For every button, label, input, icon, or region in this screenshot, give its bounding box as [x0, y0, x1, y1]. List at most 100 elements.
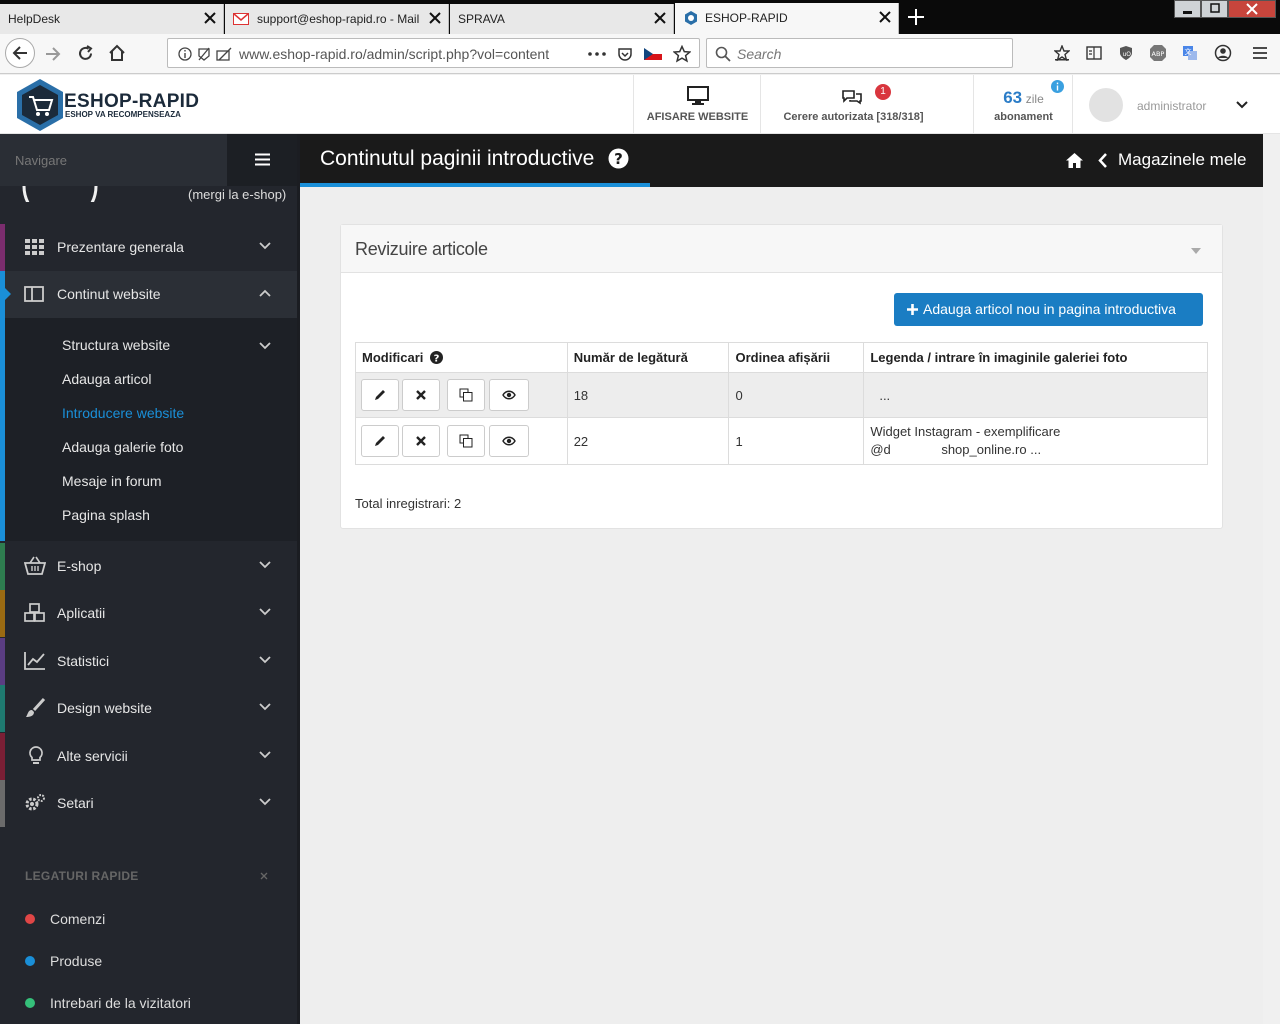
eshop-favicon-icon [685, 11, 697, 25]
close-window-button[interactable] [1228, 0, 1276, 18]
user-menu[interactable]: administrator [1072, 75, 1262, 134]
duplicate-button[interactable] [447, 425, 485, 457]
submenu-item-adauga-articol[interactable]: Adauga articol [62, 371, 152, 387]
sidebar-item-aplicatii[interactable]: Aplicatii [0, 590, 297, 637]
copy-icon [459, 434, 473, 448]
submenu-item-introducere-website[interactable]: Introducere website [62, 405, 184, 421]
insecure-connection-icon[interactable] [216, 47, 232, 61]
color-strip [0, 780, 5, 827]
collapse-caret-icon[interactable] [1191, 248, 1201, 254]
add-article-button[interactable]: Adauga articol nou in pagina introductiv… [894, 293, 1203, 326]
svg-text:ABP: ABP [1152, 50, 1165, 58]
edit-button[interactable] [361, 425, 399, 457]
sidebar-toggle-button[interactable] [227, 134, 297, 186]
cell-display-order: 1 [728, 417, 865, 465]
browser-tab-eshop-rapid[interactable]: ESHOP-RAPID [675, 3, 899, 34]
help-circle-icon[interactable]: ? [608, 148, 629, 169]
column-header-modificari: Modificari ? [355, 342, 568, 373]
breadcrumb-my-shops[interactable]: Magazinele mele [1118, 150, 1247, 170]
sidebar-item-e-shop[interactable]: E-shop [0, 543, 297, 590]
tab-label: HelpDesk [8, 12, 61, 26]
help-circle-icon[interactable]: ? [430, 351, 444, 364]
chat-bubbles-icon [842, 90, 862, 105]
sidebar-item-design-website[interactable]: Design website [0, 685, 297, 732]
days-unit: zile [1025, 92, 1044, 106]
close-icon[interactable] [203, 11, 217, 25]
lightbulb-icon [29, 746, 43, 764]
page-scrollbar[interactable] [1262, 75, 1280, 1024]
close-icon[interactable] [260, 872, 268, 880]
subscription-info[interactable]: 63 zile abonament [973, 75, 1072, 134]
delete-button[interactable] [402, 425, 440, 457]
sidebar-item-label: E-shop [57, 558, 102, 574]
nav-header: Navigare [0, 134, 227, 186]
chevron-up-icon [259, 289, 271, 297]
eshop-rapid-logo[interactable]: ESHOP-RAPID ESHOP VA RECOMPENSEAZA [14, 77, 214, 133]
paintbrush-icon [26, 698, 46, 717]
submenu-item-adauga-galerie-foto[interactable]: Adauga galerie foto [62, 439, 183, 455]
quick-link-comenzi[interactable]: Comenzi [0, 908, 297, 930]
quick-link-intrebari[interactable]: Intrebari de la vizitatori [0, 992, 297, 1014]
close-icon[interactable] [878, 10, 892, 24]
submenu-item-mesaje-in-forum[interactable]: Mesaje in forum [62, 473, 162, 489]
duplicate-button[interactable] [447, 379, 485, 411]
active-caret-icon [5, 288, 11, 300]
back-button[interactable] [5, 38, 35, 68]
eshop-link[interactable]: (mergi la e-shop) [188, 187, 286, 202]
bookmarks-icon[interactable] [1054, 45, 1070, 61]
browser-tab-mail[interactable]: support@eshop-rapid.ro - Mail [225, 4, 449, 34]
tracking-protection-icon[interactable] [197, 47, 211, 61]
preview-button[interactable] [489, 425, 529, 457]
sidebar-item-statistici[interactable]: Statistici [0, 638, 297, 685]
submenu-item-structura-website[interactable]: Structura website [62, 337, 170, 353]
bookmark-star-icon[interactable] [673, 45, 691, 63]
sidebar: Navigare (mergi la e-shop) Prezentare ge… [0, 134, 299, 1024]
sidebar-item-prezentare-generala[interactable]: Prezentare generala [0, 224, 297, 271]
more-actions-icon[interactable] [588, 52, 606, 56]
edit-button[interactable] [361, 379, 399, 411]
search-bar[interactable]: Search [706, 38, 1013, 68]
forward-arrow-icon[interactable] [45, 46, 61, 62]
sidebar-item-setari[interactable]: Setari [0, 780, 297, 827]
view-website-label: AFISARE WEBSITE [646, 111, 749, 123]
home-icon[interactable] [1065, 152, 1084, 169]
requests-label: Cerere autorizata [318/318] [783, 111, 924, 123]
delete-button[interactable] [402, 379, 440, 411]
info-circle-icon[interactable] [1051, 80, 1064, 93]
hamburger-menu-icon[interactable] [1252, 46, 1268, 60]
column-header-link-number: Număr de legătură [566, 342, 730, 373]
new-tab-icon[interactable] [907, 8, 925, 26]
sidebar-item-label: Continut website [57, 286, 161, 302]
reload-icon[interactable] [77, 45, 94, 62]
home-icon[interactable] [108, 44, 126, 62]
pocket-icon[interactable] [617, 46, 633, 62]
chevron-down-icon [259, 751, 271, 759]
browser-tab-helpdesk[interactable]: HelpDesk [0, 4, 224, 34]
close-icon[interactable] [653, 11, 667, 25]
view-website-button[interactable]: AFISARE WEBSITE [633, 75, 760, 134]
sidebar-item-alte-servicii[interactable]: Alte servicii [0, 733, 297, 780]
minimize-window-button[interactable] [1174, 0, 1201, 18]
sidebar-item-label: Statistici [57, 653, 110, 669]
browser-tab-sprava[interactable]: SPRAVA [450, 4, 674, 34]
status-dot [25, 998, 35, 1008]
color-strip [0, 685, 5, 732]
requests-button[interactable]: 1 Cerere autorizata [318/318] [760, 75, 945, 134]
close-icon[interactable] [428, 11, 442, 25]
quick-link-produse[interactable]: Produse [0, 950, 297, 972]
preview-button[interactable] [489, 379, 529, 411]
sidebar-item-label: Alte servicii [57, 748, 128, 764]
reader-view-icon[interactable] [1086, 45, 1102, 61]
translate-icon[interactable]: 文 [1182, 45, 1198, 61]
user-name: administrator [1137, 99, 1207, 113]
submenu-item-pagina-splash[interactable]: Pagina splash [62, 507, 150, 523]
account-icon[interactable] [1214, 44, 1232, 62]
days-value: 63 [1003, 88, 1023, 107]
url-bar[interactable]: www.eshop-rapid.ro/admin/script.php?vol=… [167, 38, 700, 68]
restore-window-button[interactable] [1201, 0, 1228, 18]
ublock-icon[interactable]: uO [1118, 45, 1134, 61]
info-icon[interactable] [178, 47, 192, 61]
adblock-plus-icon[interactable]: ABP [1149, 44, 1167, 62]
sidebar-item-continut-website[interactable]: Continut website [0, 271, 297, 318]
cell-legend: ... [863, 372, 1208, 418]
